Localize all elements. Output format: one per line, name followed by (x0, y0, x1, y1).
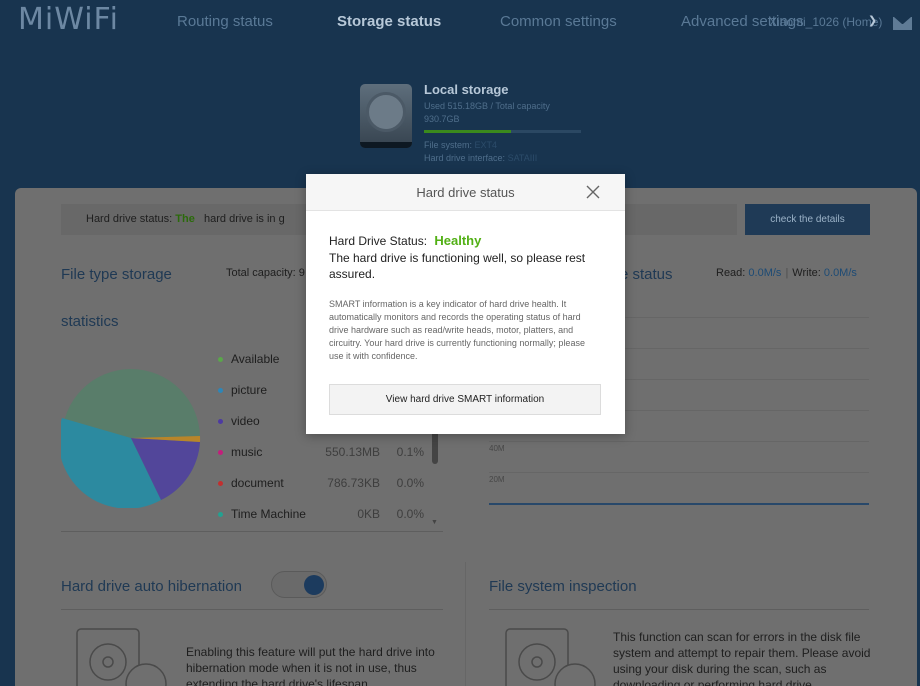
legend-name: picture (231, 383, 268, 397)
read-label: Read: (716, 267, 746, 279)
grid-line (489, 472, 869, 473)
view-smart-info-button[interactable]: View hard drive SMART information (329, 384, 601, 415)
legend-dot (218, 388, 223, 393)
check-details-button[interactable]: check the details (745, 204, 870, 235)
status-value: The (175, 213, 195, 225)
file-system-value: EXT4 (474, 140, 498, 150)
legend-dot (218, 512, 223, 517)
chart-baseline (489, 503, 869, 505)
modal-header: Hard drive status (306, 174, 625, 211)
hard-drive-sleep-icon (76, 628, 167, 686)
legend-row: Time Machine 0KB 0.0% (216, 502, 436, 533)
disk-status-title: e status (620, 266, 673, 283)
hibernation-description: Enabling this feature will put the hard … (186, 645, 435, 686)
chevron-down-icon[interactable]: ❯ (868, 14, 877, 27)
modal-status-line: Hard Drive Status: Healthy (329, 233, 481, 248)
status-rest: hard drive is in g (204, 213, 285, 225)
legend-row: music 550.13MB 0.1% (216, 440, 436, 471)
hard-drive-scan-icon (505, 628, 596, 686)
hibernation-toggle[interactable] (271, 571, 327, 598)
scroll-down-arrow-icon[interactable]: ▼ (431, 519, 438, 526)
nav-storage-status[interactable]: Storage status (337, 13, 441, 30)
legend-percent: 0.0% (396, 476, 424, 490)
modal-message: The hard drive is functioning well, so p… (329, 251, 586, 281)
hard-drive-status-text: Hard drive status: The hard drive is in … (86, 213, 285, 225)
nav-common-settings[interactable]: Common settings (500, 13, 617, 30)
toggle-knob (304, 575, 324, 595)
interface-info: Hard drive interface: SATAIII (424, 153, 537, 163)
hard-drive-status-modal: Hard drive status Hard Drive Status: Hea… (306, 174, 625, 434)
divider-vertical (465, 562, 466, 686)
legend-name: Available (231, 352, 280, 366)
divider (61, 609, 443, 610)
legend-name: Time Machine (231, 507, 306, 521)
axis-label-40m: 40M (489, 444, 505, 453)
legend-size: 550.13MB (325, 445, 380, 459)
legend-dot (218, 450, 223, 455)
storage-pie-chart (61, 369, 201, 508)
hibernation-title: Hard drive auto hibernation (61, 578, 242, 595)
modal-status-label: Hard Drive Status: (329, 234, 428, 248)
legend-size: 0KB (357, 507, 380, 521)
fs-inspection-title: File system inspection (489, 578, 637, 595)
modal-status-value: Healthy (434, 233, 482, 248)
legend-percent: 0.0% (396, 507, 424, 521)
interface-label: Hard drive interface: (424, 153, 506, 163)
nav-routing-status[interactable]: Routing status (177, 13, 273, 30)
legend-name: video (231, 414, 260, 428)
storage-used-text: Used 515.18GB / Total capacity 930.7GB (424, 101, 550, 124)
hard-drive-icon (360, 84, 412, 148)
write-label: Write: (792, 267, 821, 279)
write-value: 0.0M/s (823, 267, 857, 279)
file-system-label: File system: (424, 140, 473, 150)
axis-label-20m: 20M (489, 475, 505, 484)
legend-name: document (231, 476, 284, 490)
mail-icon[interactable] (893, 17, 912, 30)
storage-usage-fill (424, 130, 511, 133)
legend-dot (218, 481, 223, 486)
file-type-title: File type storage (61, 266, 172, 283)
file-type-title-2: statistics (61, 313, 119, 330)
legend-name: music (231, 445, 263, 459)
read-write-speed: Read: 0.0M/s | Write: 0.0M/s (716, 267, 857, 279)
smart-info-text: SMART information is a key indicator of … (329, 299, 585, 361)
logo: MiWiFi (18, 2, 119, 37)
grid-line (489, 441, 869, 442)
file-system-info: File system: EXT4 (424, 140, 497, 150)
legend-row: document 786.73KB 0.0% (216, 471, 436, 502)
legend-size: 786.73KB (327, 476, 380, 490)
modal-title: Hard drive status (416, 185, 515, 200)
legend-dot (218, 419, 223, 424)
storage-usage-bar (424, 130, 581, 133)
status-label: Hard drive status: (86, 213, 173, 225)
interface-value: SATAIII (507, 153, 538, 163)
fs-inspection-description: This function can scan for errors in the… (613, 630, 871, 686)
divider (61, 531, 443, 532)
local-storage-title: Local storage (424, 82, 509, 97)
legend-dot (218, 357, 223, 362)
total-capacity: Total capacity: 9 (226, 267, 305, 279)
close-icon[interactable] (584, 183, 602, 201)
top-bar: MiWiFi Routing status Storage status Com… (0, 0, 920, 45)
legend-percent: 0.1% (396, 445, 424, 459)
divider (489, 609, 869, 610)
read-value: 0.0M/s (748, 267, 782, 279)
router-name[interactable]: Xiaomi_1026 (Home) (769, 15, 882, 29)
